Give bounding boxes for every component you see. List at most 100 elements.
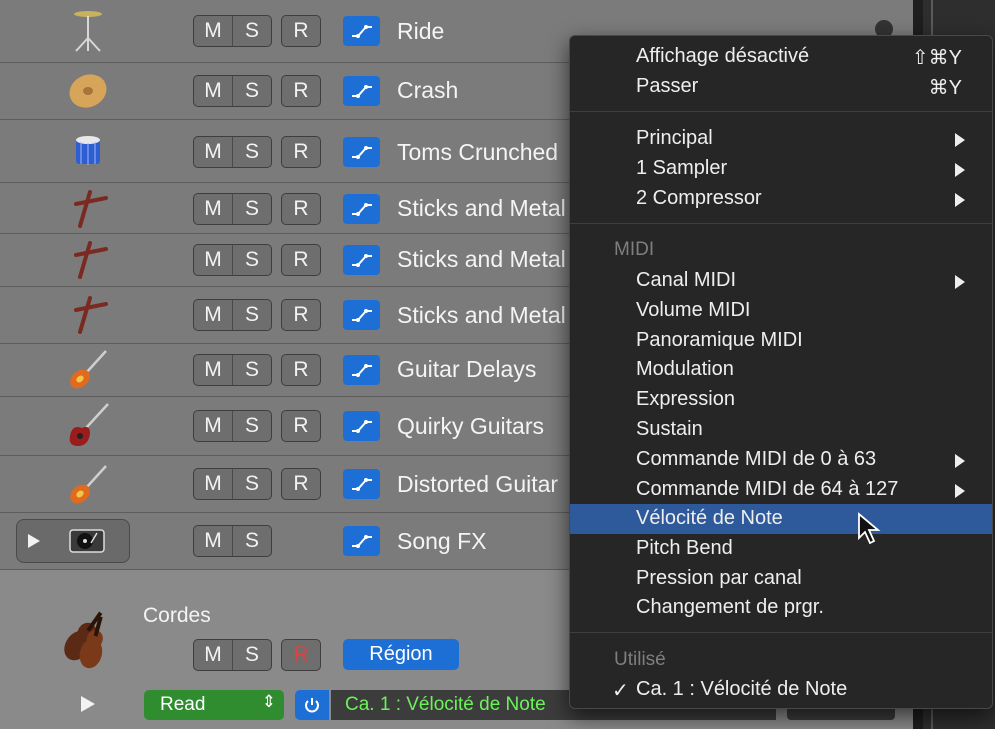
disclosure-triangle-icon[interactable] [27,533,41,549]
mute-button[interactable]: M [194,640,233,670]
solo-button[interactable]: S [233,469,271,499]
record-enable-button[interactable]: R [281,75,321,107]
mute-button[interactable]: M [194,469,233,499]
menu-item-pitch-bend[interactable]: Pitch Bend [570,534,992,564]
record-enable-button[interactable]: R [281,299,321,331]
menu-item-expression[interactable]: Expression [570,385,992,415]
menu-item-midi-volume[interactable]: Volume MIDI [570,296,992,326]
mute-button[interactable]: M [194,300,233,330]
menu-item-note-velocity[interactable]: Vélocité de Note [570,504,992,545]
automation-button[interactable] [343,469,380,499]
automation-curve-icon [351,254,372,267]
automation-curve-icon [351,535,372,548]
menu-item-label: Canal MIDI [636,269,737,291]
automation-button[interactable] [343,194,380,224]
track-name: Ride [397,18,445,44]
menu-item-display-off[interactable]: Affichage désactivé ⇧⌘Y [570,42,992,72]
menu-item-midi-pan[interactable]: Panoramique MIDI [570,326,992,356]
menu-item-cc-0-63[interactable]: Commande MIDI de 0 à 63 [570,445,992,475]
menu-item-main[interactable]: Principal [570,124,992,154]
submenu-arrow-icon [955,484,965,498]
automation-power-button[interactable] [295,690,329,720]
automation-curve-icon [351,420,372,433]
electric-guitar-icon [62,462,114,506]
solo-button[interactable]: S [233,411,271,441]
mute-button[interactable]: M [194,194,233,224]
play-triangle-icon[interactable] [80,695,96,713]
record-enable-button[interactable]: R [281,136,321,168]
menu-item-sampler[interactable]: 1 Sampler [570,154,992,184]
automation-mode-popup[interactable]: Read ⇕ [144,690,284,720]
electric-guitar-icon [62,347,114,391]
record-enable-button[interactable]: R [281,639,321,671]
solo-button[interactable]: S [233,526,271,556]
automation-button[interactable] [343,137,380,167]
solo-button[interactable]: S [233,194,271,224]
solo-button[interactable]: S [233,76,271,106]
menu-item-label: Principal [636,127,713,149]
menu-item-label: 2 Compressor [636,187,762,209]
menu-item-cc-64-127[interactable]: Commande MIDI de 64 à 127 [570,475,992,505]
menu-item-used-note-velocity[interactable]: ✓ Ca. 1 : Vélocité de Note [570,675,992,705]
automation-button[interactable] [343,300,380,330]
automation-button[interactable] [343,245,380,275]
record-enable-button[interactable]: R [281,244,321,276]
mute-button[interactable]: M [194,526,233,556]
menu-item-label: Volume MIDI [636,299,751,321]
automation-button[interactable] [343,16,380,46]
record-enable-button[interactable]: R [281,193,321,225]
submenu-arrow-icon [955,275,965,289]
solo-button[interactable]: S [233,640,271,670]
track-stack-folder[interactable] [16,519,130,563]
menu-item-channel-pressure[interactable]: Pression par canal [570,564,992,594]
menu-item-midi-channel[interactable]: Canal MIDI [570,266,992,296]
automation-parameter-menu: Affichage désactivé ⇧⌘Y Passer ⌘Y Princi… [569,35,993,709]
menu-item-shortcut: ⇧⌘Y [911,47,962,69]
mute-button[interactable]: M [194,355,233,385]
track-name: Sticks and Metal [397,302,566,328]
mute-solo-group: M S [193,354,272,386]
automation-button[interactable] [343,411,380,441]
automation-button[interactable] [343,76,380,106]
mute-solo-group: M S [193,299,272,331]
solo-button[interactable]: S [233,355,271,385]
menu-item-label: Pitch Bend [636,537,733,559]
tom-drum-icon [62,129,114,173]
mute-button[interactable]: M [194,137,233,167]
solo-button[interactable]: S [233,245,271,275]
record-enable-button[interactable]: R [281,354,321,386]
automation-button[interactable] [343,355,380,385]
region-button[interactable]: Région [343,639,459,670]
solo-button[interactable]: S [233,137,271,167]
automation-button[interactable] [343,526,380,556]
menu-item-program-change[interactable]: Changement de prgr. [570,593,992,623]
automation-curve-icon [351,364,372,377]
solo-button[interactable]: S [233,16,271,46]
menu-item-sustain[interactable]: Sustain [570,415,992,445]
menu-item-label: Passer [636,75,699,97]
automation-mode-label: Read [160,694,206,715]
menu-item-modulation[interactable]: Modulation [570,355,992,385]
submenu-arrow-icon [955,193,965,207]
menu-item-label: 1 Sampler [636,157,728,179]
menu-item-shortcut: ⌘Y [928,77,962,99]
track-name: Sticks and Metal [397,246,566,272]
record-enable-button[interactable]: R [281,410,321,442]
record-enable-button[interactable]: R [281,15,321,47]
solo-button[interactable]: S [233,300,271,330]
mute-button[interactable]: M [194,411,233,441]
menu-separator [570,111,992,112]
automation-curve-icon [351,146,372,159]
checkmark-icon: ✓ [612,680,629,702]
automation-curve-icon [351,478,372,491]
menu-item-compressor[interactable]: 2 Compressor [570,184,992,214]
record-enable-button[interactable]: R [281,468,321,500]
up-down-arrows-icon: ⇕ [261,692,276,711]
submenu-arrow-icon [955,454,965,468]
mute-button[interactable]: M [194,245,233,275]
mute-button[interactable]: M [194,16,233,46]
menu-item-skip[interactable]: Passer ⌘Y [570,72,992,102]
menu-item-label: Ca. 1 : Vélocité de Note [636,678,848,700]
mute-button[interactable]: M [194,76,233,106]
drumsticks-icon [62,237,114,281]
